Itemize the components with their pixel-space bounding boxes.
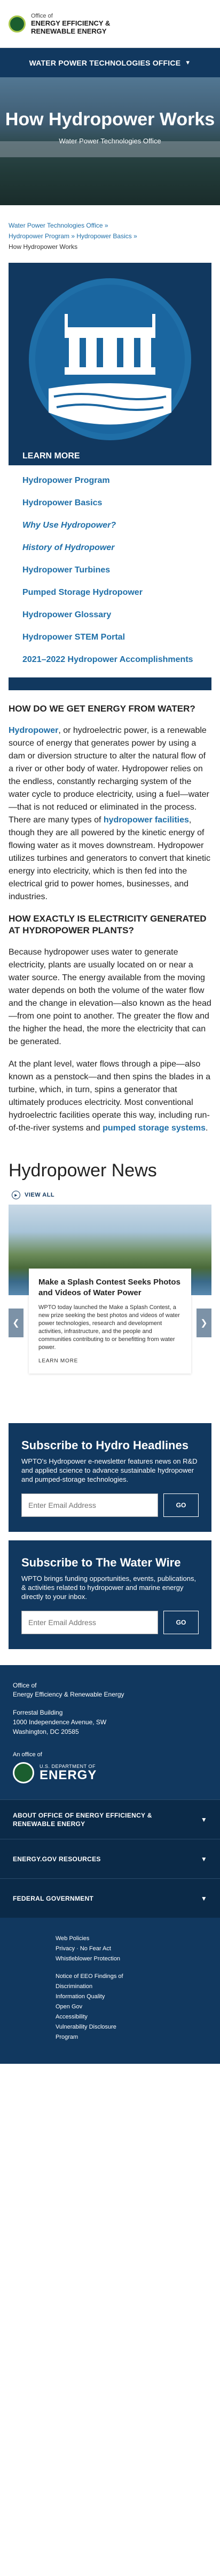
office-logo-text[interactable]: Office of ENERGY EFFICIENCY & RENEWABLE … — [31, 13, 110, 35]
site-footer: Office of Energy Efficiency & Renewable … — [0, 1665, 220, 1799]
breadcrumb-current: How Hydropower Works — [9, 243, 78, 251]
footer-office-name[interactable]: Office of Energy Efficiency & Renewable … — [13, 1681, 207, 1699]
legal-link[interactable]: Notice of EEO Findings of — [56, 1973, 123, 1980]
address-line: Washington, DC 20585 — [13, 1728, 79, 1735]
learn-more-list: Hydropower Program Hydropower Basics Why… — [9, 470, 211, 671]
news-carousel: ❮ ❯ Make a Splash Contest Seeks Photos a… — [9, 1205, 211, 1407]
subscribe-water-wire: Subscribe to The Water Wire WPTO brings … — [9, 1540, 211, 1649]
sidebar-link-accomplishments[interactable]: 2021–2022 Hydropower Accomplishments — [22, 655, 193, 664]
sidebar-link-stem-portal[interactable]: Hydropower STEM Portal — [22, 633, 125, 642]
news-section-title: Hydropower News — [9, 1160, 157, 1181]
legal-link[interactable]: Program — [56, 2034, 78, 2040]
section-heading-how-generated: HOW EXACTLY IS ELECTRICITY GENERATED AT … — [9, 914, 207, 935]
an-office-of-label: An office of — [13, 1751, 42, 1758]
paragraph-text: . — [206, 1124, 208, 1133]
legal-link[interactable]: Whistleblower Protection — [56, 1956, 120, 1962]
footer-office-line1: Office of — [13, 1682, 37, 1689]
breadcrumb-link-wpto[interactable]: Water Power Technologies Office » — [9, 222, 108, 229]
sidebar-link-pumped-storage[interactable]: Pumped Storage Hydropower — [22, 588, 143, 597]
sidebar-link-history[interactable]: History of Hydropower — [22, 543, 114, 552]
view-all-label: VIEW ALL — [25, 1192, 55, 1198]
legal-link[interactable]: Open Gov — [56, 2004, 82, 2010]
link-hydropower-facilities[interactable]: hydropower facilities — [104, 815, 189, 825]
sidebar-link-why-use-hydropower[interactable]: Why Use Hydropower? — [22, 521, 116, 530]
footer-accordion: ABOUT OFFICE OF ENERGY EFFICIENCY & RENE… — [0, 1799, 220, 1918]
hero-banner: How Hydropower Works Water Power Technol… — [0, 77, 220, 205]
carousel-next-arrow-icon[interactable]: ❯ — [197, 1309, 211, 1337]
section-heading-energy-from-water: HOW DO WE GET ENERGY FROM WATER? — [9, 704, 195, 714]
hero-subtitle: Water Power Technologies Office — [59, 137, 161, 145]
main-content: HOW DO WE GET ENERGY FROM WATER? Hydropo… — [0, 690, 220, 1135]
subnav-label: WATER POWER TECHNOLOGIES OFFICE — [29, 58, 181, 67]
subscribe-title: Subscribe to Hydro Headlines — [21, 1439, 188, 1452]
doe-seal-logo[interactable] — [9, 15, 26, 33]
paragraph-generation: Because hydropower uses water to generat… — [9, 948, 211, 1046]
legal-link[interactable]: Web Policies — [56, 1935, 89, 1942]
accordion-label: ABOUT OFFICE OF ENERGY EFFICIENCY & RENE… — [13, 1811, 152, 1828]
office-of-label: Office of — [31, 12, 53, 19]
paragraph-text: , or hydroelectric power, is a renewable… — [9, 726, 209, 825]
chevron-right-icon: ▸ — [12, 1191, 20, 1199]
breadcrumb-link-hydropower[interactable]: Hydropower Program » Hydropower Basics » — [9, 232, 137, 240]
office-name-line1: ENERGY EFFICIENCY & — [31, 19, 111, 27]
news-card-title[interactable]: Make a Splash Contest Seeks Photos and V… — [38, 1277, 182, 1298]
chevron-down-icon: ▼ — [200, 1855, 207, 1863]
breadcrumb: Water Power Technologies Office » Hydrop… — [0, 205, 220, 257]
subscribe-go-button[interactable]: GO — [163, 1611, 199, 1634]
subscribe-go-button[interactable]: GO — [163, 1493, 199, 1517]
sidebar-link-glossary[interactable]: Hydropower Glossary — [22, 610, 111, 619]
news-card[interactable]: Make a Splash Contest Seeks Photos and V… — [29, 1269, 191, 1374]
paragraph-text: , though they are all powered by the kin… — [9, 815, 210, 901]
sidebar-link-hydropower-basics[interactable]: Hydropower Basics — [22, 498, 102, 507]
carousel-prev-arrow-icon[interactable]: ❮ — [9, 1309, 23, 1337]
view-all-link[interactable]: ▸ VIEW ALL — [0, 1191, 220, 1205]
legal-links: Web Policies Privacy · No Fear Act Whist… — [0, 1918, 220, 2064]
sidebar-link-turbines[interactable]: Hydropower Turbines — [22, 566, 110, 575]
chevron-down-icon: ▼ — [200, 1894, 207, 1902]
footer-office-line2: Energy Efficiency & Renewable Energy — [13, 1691, 124, 1698]
office-subnav[interactable]: WATER POWER TECHNOLOGIES OFFICE ▼ — [0, 48, 220, 77]
paragraph-plant-level: At the plant level, water flows through … — [9, 1058, 211, 1135]
sidebar-link-hydropower-program[interactable]: Hydropower Program — [22, 476, 110, 485]
doe-seal-icon — [13, 1762, 34, 1783]
footer-address: Forrestal Building 1000 Independence Ave… — [13, 1708, 207, 1737]
accordion-about-eere[interactable]: ABOUT OFFICE OF ENERGY EFFICIENCY & RENE… — [0, 1799, 220, 1839]
legal-link[interactable]: Information Quality — [56, 1993, 105, 2000]
subscribe-description: WPTO's Hydropower e-newsletter features … — [21, 1457, 198, 1483]
learn-more-sidebar: LEARN MORE Hydropower Program Hydropower… — [9, 263, 211, 690]
email-field[interactable] — [21, 1493, 158, 1517]
accordion-label: ENERGY.GOV RESOURCES — [13, 1855, 101, 1863]
chevron-down-icon: ▼ — [185, 59, 191, 66]
legal-link[interactable]: Privacy · No Fear Act — [56, 1945, 111, 1952]
office-name-line2: RENEWABLE ENERGY — [31, 27, 107, 35]
paragraph-intro: Hydropower, or hydroelectric power, is a… — [9, 724, 211, 903]
chevron-down-icon: ▼ — [200, 1815, 207, 1823]
hydropower-dam-icon — [29, 278, 191, 440]
doe-logo[interactable]: U.S. DEPARTMENT OF ENERGY — [13, 1762, 207, 1783]
page-title: How Hydropower Works — [5, 109, 215, 130]
doe-logo-large-text: ENERGY — [40, 1768, 97, 1782]
accordion-federal-government[interactable]: FEDERAL GOVERNMENT ▼ — [0, 1878, 220, 1918]
subscribe-description: WPTO brings funding opportunities, event… — [21, 1574, 197, 1601]
learn-more-heading: LEARN MORE — [22, 451, 80, 461]
link-hydropower[interactable]: Hydropower — [9, 726, 58, 735]
legal-link[interactable]: Accessibility — [56, 2014, 88, 2020]
site-header: Office of ENERGY EFFICIENCY & RENEWABLE … — [0, 0, 220, 48]
paragraph-text: At the plant level, water flows through … — [9, 1060, 211, 1133]
link-pumped-storage-systems[interactable]: pumped storage systems — [103, 1124, 206, 1133]
accordion-energy-gov-resources[interactable]: ENERGY.GOV RESOURCES ▼ — [0, 1839, 220, 1878]
address-line: 1000 Independence Avenue, SW — [13, 1718, 107, 1726]
legal-link[interactable]: Discrimination — [56, 1983, 92, 1990]
email-field[interactable] — [21, 1611, 158, 1634]
news-learn-more-link[interactable]: LEARN MORE — [38, 1358, 78, 1364]
subscribe-title: Subscribe to The Water Wire — [21, 1556, 181, 1569]
legal-link[interactable]: Vulnerability Disclosure — [56, 2024, 116, 2030]
subscribe-hydro-headlines: Subscribe to Hydro Headlines WPTO's Hydr… — [9, 1423, 211, 1532]
accordion-label: FEDERAL GOVERNMENT — [13, 1894, 94, 1902]
address-line: Forrestal Building — [13, 1709, 63, 1716]
news-card-summary: WPTO today launched the Make a Splash Co… — [38, 1304, 180, 1351]
